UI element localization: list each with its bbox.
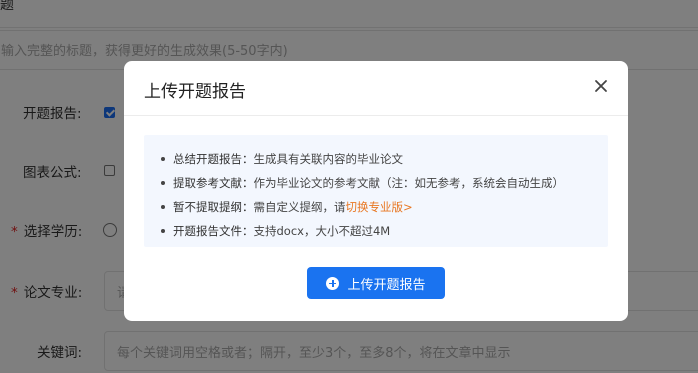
- upload-button-label: 上传开题报告: [347, 277, 426, 293]
- upload-proposal-button[interactable]: 上传开题报告: [307, 267, 445, 299]
- list-item: 提取参考文献：作为毕业论文的参考文献（注：如无参考，系统会自动生成）: [144, 171, 608, 195]
- info-text: 需自定义提纲，请: [253, 200, 346, 214]
- bullet-icon: [161, 229, 165, 233]
- close-icon[interactable]: [594, 79, 608, 93]
- bullet-icon: [161, 157, 165, 161]
- dialog-title: 上传开题报告: [144, 82, 246, 102]
- info-key: 提取参考文献：: [173, 176, 254, 190]
- bullet-icon: [161, 181, 165, 185]
- info-text: 作为毕业论文的参考文献（注：如无参考，系统会自动生成）: [253, 176, 565, 190]
- bullet-icon: [161, 205, 165, 209]
- list-item: 开题报告文件：支持docx，大小不超过4M: [144, 219, 608, 243]
- info-text: 生成具有关联内容的毕业论文: [253, 152, 404, 166]
- info-key: 开题报告文件：: [173, 224, 254, 238]
- upload-proposal-dialog: 上传开题报告 总结开题报告：生成具有关联内容的毕业论文 提取参考文献：作为毕业论…: [124, 61, 628, 321]
- list-item: 总结开题报告：生成具有关联内容的毕业论文: [144, 147, 608, 171]
- dialog-header: 上传开题报告: [124, 61, 628, 116]
- info-text: 支持docx，大小不超过4M: [253, 224, 391, 238]
- switch-pro-link[interactable]: 切换专业版>: [346, 200, 413, 214]
- info-list: 总结开题报告：生成具有关联内容的毕业论文 提取参考文献：作为毕业论文的参考文献（…: [144, 135, 608, 247]
- plus-circle-icon: [326, 276, 340, 290]
- info-key: 总结开题报告：: [173, 152, 254, 166]
- list-item: 暂不提取提纲：需自定义提纲，请切换专业版>: [144, 195, 608, 219]
- info-key: 暂不提取提纲：: [173, 200, 254, 214]
